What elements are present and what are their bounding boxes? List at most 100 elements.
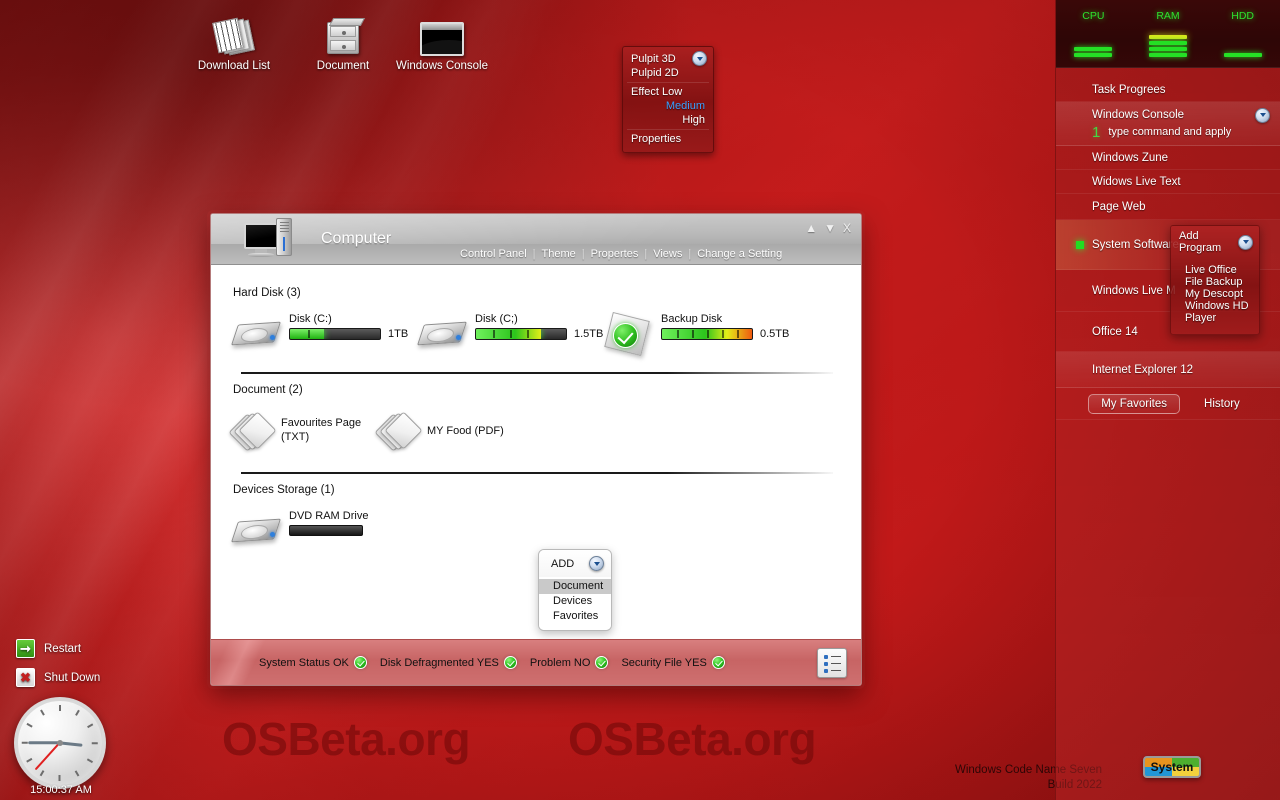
desktop-icon-download-list[interactable]: Download List	[180, 12, 288, 72]
devices-list: DVD RAM Drive	[233, 510, 841, 546]
add-program-item-file-backup[interactable]: File Backup	[1185, 276, 1259, 288]
sidebar-favorites-tabs[interactable]: My Favorites History	[1056, 388, 1280, 420]
chevron-down-icon[interactable]	[589, 556, 604, 571]
gauge-label: RAM	[1138, 10, 1198, 22]
sidebar-item-label: Task Progrees	[1092, 84, 1280, 96]
gauge-hdd: HDD	[1213, 10, 1273, 57]
status-label: Disk Defragmented YES	[380, 657, 499, 669]
drive-item[interactable]: Disk (C;) 1.5TB	[419, 313, 605, 349]
restart-button[interactable]: ➞ Restart	[16, 639, 81, 658]
nav-views[interactable]: Views	[647, 248, 688, 260]
window-nav-links[interactable]: Control Panel | Theme | Propertes | View…	[454, 248, 788, 260]
drive-item[interactable]: Disk (C:) 1TB	[233, 313, 419, 349]
add-popup-list[interactable]: Document Devices Favorites	[539, 577, 611, 630]
nav-change-a-setting[interactable]: Change a Setting	[691, 248, 788, 260]
minimize-icon[interactable]: ▲	[805, 222, 817, 234]
sidebar-item-windows-zune[interactable]: Windows Zune	[1056, 146, 1280, 170]
status-label: System Status OK	[259, 657, 349, 669]
sidebar-item-widows-live-text[interactable]: Widows Live Text	[1056, 170, 1280, 194]
chevron-down-icon[interactable]	[1238, 235, 1253, 250]
add-program-item-my-descopt[interactable]: My Descopt	[1185, 288, 1259, 300]
gauge-bars	[1138, 27, 1198, 57]
add-program-list[interactable]: Live Office File Backup My Descopt Windo…	[1171, 258, 1259, 326]
add-program-header[interactable]: Add Program	[1171, 226, 1259, 258]
device-item[interactable]: DVD RAM Drive	[233, 510, 368, 546]
pulpit-menu-item-properties[interactable]: Properties	[623, 132, 713, 146]
close-icon[interactable]: X	[843, 222, 851, 234]
maximize-icon[interactable]: ▼	[824, 222, 836, 234]
shutdown-button[interactable]: ✖ Shut Down	[16, 668, 100, 687]
system-gauges: CPU RAM HDD	[1056, 0, 1280, 68]
drive-usage-meter	[289, 328, 381, 340]
document-name: Favourites Page (TXT)	[281, 416, 379, 444]
nav-properties[interactable]: Propertes	[585, 248, 645, 260]
nav-control-panel[interactable]: Control Panel	[454, 248, 533, 260]
sidebar-item-label: Windows Zune	[1092, 152, 1280, 164]
sidebar-item-page-web[interactable]: Page Web	[1056, 194, 1280, 220]
add-popup-item-favorites[interactable]: Favorites	[539, 609, 611, 624]
drive-usage-meter	[661, 328, 753, 340]
section-divider	[241, 472, 833, 474]
sidebar-item-windows-console[interactable]: Windows Console 1 type command and apply	[1056, 102, 1280, 146]
add-program-item-player[interactable]: Player	[1185, 312, 1259, 324]
window-controls[interactable]: ▲ ▼ X	[805, 222, 851, 234]
add-popup-item-document[interactable]: Document	[539, 579, 611, 594]
status-item: System Status OK	[259, 656, 367, 669]
drive-name: Backup Disk	[661, 313, 789, 325]
section-divider	[241, 372, 833, 374]
document-list: Favourites Page (TXT) MY Food (PDF)	[233, 410, 841, 452]
nav-theme[interactable]: Theme	[536, 248, 582, 260]
arrow-right-icon: ➞	[16, 639, 35, 658]
desktop-icon-label: Document	[289, 60, 397, 72]
status-item-list: System Status OK Disk Defragmented YES P…	[259, 656, 731, 669]
add-popup-header[interactable]: ADD	[539, 550, 611, 577]
gauge-label: CPU	[1063, 10, 1123, 22]
window-title: Computer	[321, 230, 391, 248]
pulpit-menu-item-3d[interactable]: Pulpit 3D	[631, 53, 676, 65]
pulpit-menu-item-2d[interactable]: Pulpid 2D	[623, 66, 713, 80]
sidebar-item-task-progress[interactable]: Task Progrees	[1056, 78, 1280, 102]
pulpit-menu-header[interactable]: Pulpit 3D	[623, 51, 713, 66]
gauge-label: HDD	[1213, 10, 1273, 22]
window-title-bar[interactable]: Computer Control Panel | Theme | Propert…	[211, 214, 861, 265]
chevron-down-icon[interactable]	[1255, 108, 1270, 123]
sidebar-item-internet-explorer[interactable]: Internet Explorer 12	[1056, 352, 1280, 388]
pulpit-menu-item-high[interactable]: High	[623, 113, 713, 127]
desktop-icon-windows-console[interactable]: Windows Console	[388, 12, 496, 72]
status-item: Security File YES	[621, 656, 724, 669]
papers-icon	[180, 12, 288, 56]
document-item[interactable]: MY Food (PDF)	[379, 410, 504, 452]
check-icon	[504, 656, 517, 669]
computer-window[interactable]: Computer Control Panel | Theme | Propert…	[210, 213, 862, 686]
tab-history[interactable]: History	[1196, 395, 1248, 413]
device-name: DVD RAM Drive	[289, 510, 368, 522]
pulpit-menu-item-medium[interactable]: Medium	[623, 99, 713, 113]
add-program-popup[interactable]: Add Program Live Office File Backup My D…	[1170, 225, 1260, 335]
desktop-icon-document[interactable]: Document	[289, 12, 397, 72]
document-item[interactable]: Favourites Page (TXT)	[233, 410, 379, 452]
nav-separator: |	[644, 248, 647, 260]
sidebar-item-label: Widows Live Text	[1092, 176, 1280, 188]
tab-my-favorites[interactable]: My Favorites	[1088, 394, 1180, 414]
add-popup-menu[interactable]: ADD Document Devices Favorites	[538, 549, 612, 631]
document-stack-icon	[233, 412, 277, 452]
add-program-item-live-office[interactable]: Live Office	[1185, 264, 1259, 276]
menu-divider	[627, 129, 709, 130]
gauge-ram: RAM	[1138, 10, 1198, 57]
pulpit-menu-item-effect-low[interactable]: Effect Low	[623, 85, 713, 99]
add-popup-item-devices[interactable]: Devices	[539, 594, 611, 609]
drive-name: Disk (C;)	[475, 313, 603, 325]
system-button[interactable]: System	[1143, 756, 1201, 778]
status-label: Security File YES	[621, 657, 706, 669]
pulpit-context-menu[interactable]: Pulpit 3D Pulpid 2D Effect Low Medium Hi…	[622, 46, 714, 153]
add-program-item-windows-hd[interactable]: Windows HD	[1185, 300, 1259, 312]
hard-disk-icon	[233, 319, 279, 349]
check-icon	[595, 656, 608, 669]
sidebar-item-label: Page Web	[1092, 201, 1280, 213]
chevron-down-icon[interactable]	[692, 51, 707, 66]
analog-clock	[14, 697, 106, 789]
hard-disk-icon	[419, 319, 465, 349]
drive-item[interactable]: Backup Disk 0.5TB	[605, 313, 789, 350]
menu-divider	[627, 82, 709, 83]
checklist-icon[interactable]	[817, 648, 847, 678]
